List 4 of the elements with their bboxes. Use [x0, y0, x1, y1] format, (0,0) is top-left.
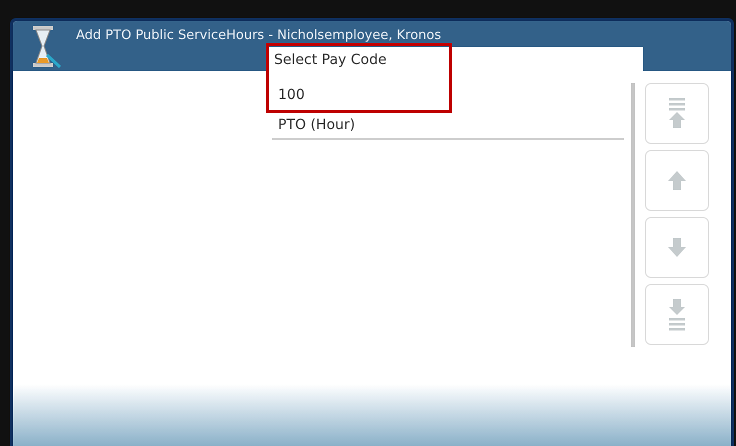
list-item[interactable]: 100	[272, 86, 624, 104]
list-item[interactable]: PTO (Hour)	[272, 116, 624, 134]
window-title: Add PTO Public ServiceHours - Nicholsemployee, Kronos	[76, 27, 442, 45]
list-header: Select Pay Code	[273, 51, 388, 70]
